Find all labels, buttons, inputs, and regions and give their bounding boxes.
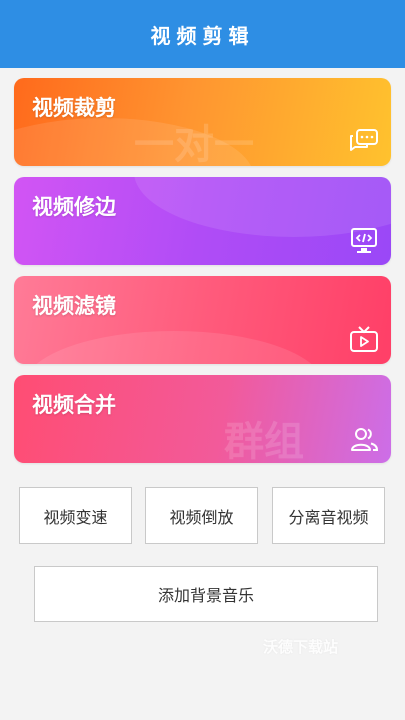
site-watermark: 沃德下载站: [263, 638, 339, 656]
video-reverse-button[interactable]: 视频倒放: [145, 487, 258, 544]
card-video-crop[interactable]: 一对一 视频裁剪: [14, 78, 391, 166]
card-label: 视频修边: [32, 195, 116, 219]
extract-audio-button[interactable]: 分离音视频: [272, 487, 385, 544]
card-watermark: 群组: [224, 419, 304, 463]
card-label: 视频合并: [32, 393, 116, 417]
chat-bubbles-icon: [350, 129, 378, 151]
card-wave-decoration: [24, 331, 324, 364]
add-background-music-button[interactable]: 添加背景音乐: [34, 566, 378, 622]
tv-play-icon: [350, 326, 378, 352]
monitor-code-icon: [351, 228, 377, 253]
card-video-merge[interactable]: 群组 视频合并: [14, 375, 391, 463]
card-label: 视频滤镜: [32, 294, 116, 318]
card-video-filter[interactable]: 视频滤镜: [14, 276, 391, 364]
card-video-trim[interactable]: 视频修边: [14, 177, 391, 265]
users-icon: [351, 428, 379, 451]
video-speed-button[interactable]: 视频变速: [19, 487, 132, 544]
page-title: 视频剪辑: [0, 0, 405, 68]
card-watermark: 一对一: [134, 122, 254, 166]
card-label: 视频裁剪: [32, 96, 116, 120]
